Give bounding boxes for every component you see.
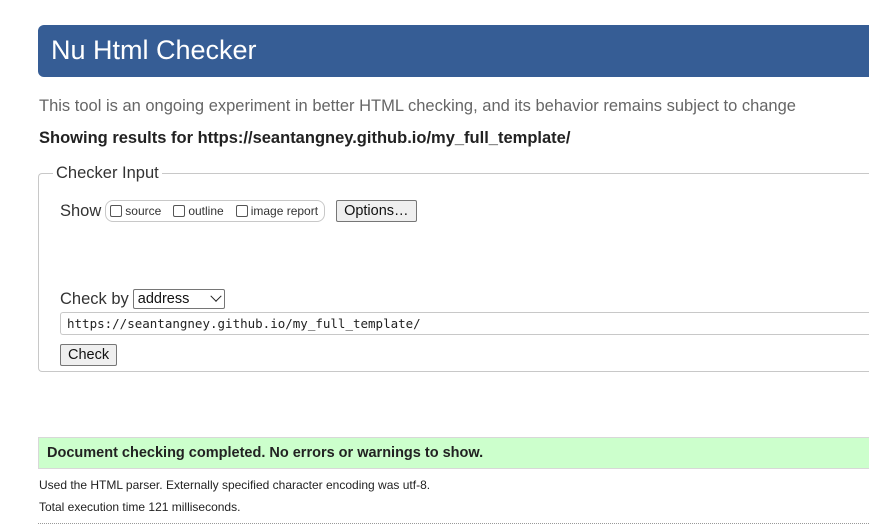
chevron-down-icon — [210, 290, 222, 302]
execution-time: Total execution time 121 milliseconds. — [39, 500, 241, 514]
url-input[interactable]: https://seantangney.github.io/my_full_te… — [60, 312, 869, 335]
show-options-group: source outline image report — [105, 200, 326, 222]
outline-checkbox[interactable] — [173, 205, 186, 217]
image-report-checkbox-label: image report — [250, 204, 319, 218]
show-image-report-option[interactable]: image report — [235, 204, 319, 218]
check-by-row: Check by address — [60, 288, 225, 310]
show-outline-option[interactable]: outline — [173, 204, 224, 218]
show-label: Show — [60, 201, 102, 220]
success-message: Document checking completed. No errors o… — [38, 437, 869, 469]
image-report-checkbox[interactable] — [235, 205, 248, 217]
outline-checkbox-label: outline — [188, 204, 224, 218]
checker-input-fieldset: Checker Input — [38, 164, 869, 372]
results-heading: Showing results for https://seantangney.… — [39, 129, 571, 147]
check-by-label: Check by — [60, 289, 129, 308]
show-options-row: Show source outline image report Options… — [60, 199, 417, 223]
show-source-option[interactable]: source — [110, 204, 161, 218]
source-checkbox[interactable] — [110, 205, 123, 217]
tagline: This tool is an ongoing experiment in be… — [39, 97, 796, 115]
options-button[interactable]: Options… — [336, 200, 417, 222]
check-by-selected-value: address — [137, 291, 190, 307]
check-by-select[interactable]: address — [132, 289, 225, 309]
page-title: Nu Html Checker — [51, 35, 257, 65]
checker-input-legend: Checker Input — [56, 164, 159, 182]
header-banner: Nu Html Checker — [38, 25, 869, 77]
source-checkbox-label: source — [125, 204, 162, 218]
check-button[interactable]: Check — [60, 344, 118, 366]
parser-note: Used the HTML parser. Externally specifi… — [39, 478, 431, 492]
divider — [38, 523, 869, 524]
